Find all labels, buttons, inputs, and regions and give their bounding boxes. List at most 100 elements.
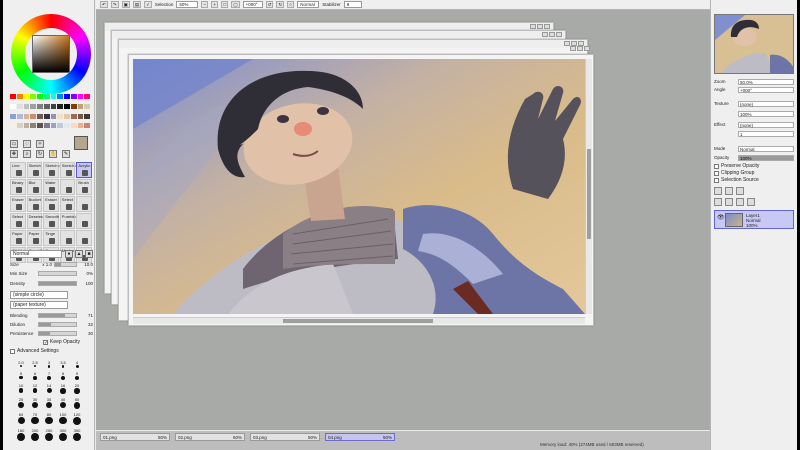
transfer-down-icon[interactable] <box>714 198 722 206</box>
color-palette[interactable] <box>10 94 90 132</box>
bucket-tool[interactable]: Bucket <box>26 196 43 212</box>
brush-size-preset[interactable]: 14 <box>42 383 56 394</box>
brush-mode-select[interactable]: Normal <box>10 250 62 258</box>
drawing-canvas[interactable] <box>133 59 585 314</box>
brush-size-preset[interactable]: 80 <box>42 412 56 425</box>
brush-size-preset[interactable]: 3.5 <box>56 360 70 368</box>
brush-size-preset[interactable]: 250 <box>42 428 56 441</box>
palette-swatch[interactable] <box>10 103 16 109</box>
palette-swatch[interactable] <box>37 103 43 109</box>
advanced-settings-toggle[interactable]: Advanced Settings <box>10 348 59 354</box>
maximize-icon[interactable] <box>537 24 543 29</box>
palette-swatch[interactable] <box>30 123 36 129</box>
brush-size-preset[interactable]: 50 <box>70 397 84 409</box>
brush-tool[interactable]: Brush <box>76 179 92 195</box>
brush-size-preset[interactable]: 7 <box>42 371 56 380</box>
select-tool-icon[interactable]: ▭ <box>10 140 18 148</box>
palette-swatch[interactable] <box>64 123 70 129</box>
document-tab[interactable]: 04.png 50% <box>325 433 395 441</box>
move-tool-icon[interactable]: ✥ <box>10 150 18 158</box>
texture-scale-field[interactable]: 100% <box>738 110 794 117</box>
rotate-tool-icon[interactable]: ↻ <box>36 150 44 158</box>
brush-size-preset[interactable]: 160 <box>14 428 28 441</box>
nav-angle-field[interactable]: +000° <box>738 86 794 93</box>
brush-size-preset[interactable]: 5 <box>14 371 28 380</box>
rotate-right-button[interactable]: ↻ <box>276 1 285 8</box>
close-icon[interactable] <box>584 46 590 51</box>
magic-wand-icon[interactable]: ✧ <box>36 140 44 148</box>
brush-size-preset[interactable]: 20 <box>70 383 84 394</box>
saturation-value-square[interactable] <box>32 35 70 73</box>
shape-soft-icon[interactable]: ▲ <box>75 250 83 258</box>
palette-swatch[interactable] <box>37 113 43 119</box>
maximize-icon[interactable] <box>549 32 555 37</box>
size-multiplier[interactable]: x 1.0 <box>38 262 52 267</box>
palette-swatch[interactable] <box>70 94 77 99</box>
effect-width-field[interactable]: 1 <box>738 130 794 137</box>
document-tab[interactable]: 02.png 50% <box>175 433 245 441</box>
tinge-tool[interactable]: Tinge <box>43 230 59 246</box>
select-tool[interactable]: Select <box>59 196 76 212</box>
palette-swatch[interactable] <box>70 123 77 129</box>
palette-swatch[interactable] <box>84 113 90 119</box>
smooth-tool[interactable]: Smooth <box>43 213 59 229</box>
layer-item[interactable]: 👁 Layer1 Normal 100% <box>714 210 794 229</box>
density-slider[interactable] <box>38 281 77 286</box>
zoom-in-button[interactable]: + <box>211 1 219 8</box>
opacity-slider[interactable]: 100% <box>738 154 794 161</box>
zoom-field[interactable]: 50% <box>176 1 199 8</box>
paper-tool[interactable]: Paper <box>10 230 26 246</box>
selection-source-checkbox[interactable]: Selection Source <box>714 177 759 183</box>
rotation-reset-button[interactable]: ○ <box>287 1 295 8</box>
palette-swatch[interactable] <box>23 113 30 119</box>
palette-swatch[interactable] <box>23 94 30 99</box>
redo-button[interactable]: ↷ <box>110 1 119 8</box>
palette-swatch[interactable] <box>30 113 36 119</box>
brush-size-preset[interactable]: 4 <box>70 360 84 368</box>
persistence-slider[interactable] <box>38 331 77 336</box>
size-slider[interactable] <box>54 262 77 267</box>
palette-swatch[interactable] <box>70 103 77 109</box>
clear-layer-icon[interactable] <box>736 198 744 206</box>
deselect-button[interactable]: ▣ <box>121 1 130 8</box>
brush-size-preset[interactable]: 200 <box>28 428 42 441</box>
eyedropper-icon[interactable]: ✎ <box>62 150 70 158</box>
dilution-slider[interactable] <box>38 322 77 327</box>
layer-visibility-icon[interactable]: 👁 <box>717 214 725 221</box>
palette-swatch[interactable] <box>57 123 63 129</box>
effect-select[interactable]: (none) <box>738 121 794 128</box>
undo-button[interactable]: ↶ <box>100 1 108 8</box>
preserve-opacity-checkbox[interactable]: Preserve Opacity <box>714 163 759 169</box>
brush-size-preset[interactable]: 100 <box>56 412 70 425</box>
palette-swatch[interactable] <box>37 94 43 99</box>
fit-view-button[interactable]: ▢ <box>231 1 240 8</box>
sketch-tool[interactable]: Sketch <box>26 162 43 178</box>
window-titlebar[interactable] <box>119 40 587 48</box>
water-tool[interactable]: Water <box>43 179 59 195</box>
new-layer-icon[interactable] <box>714 187 722 195</box>
selection-toggle[interactable]: ✓ <box>144 1 152 8</box>
clipping-group-checkbox[interactable]: Clipping Group <box>714 170 754 176</box>
paper2-tool[interactable]: Paper <box>26 230 43 246</box>
blank2-tool[interactable] <box>76 196 92 212</box>
binary-tool[interactable]: Binary <box>10 179 26 195</box>
window-titlebar[interactable] <box>112 31 565 39</box>
document-tab[interactable]: 03.png 50% <box>250 433 320 441</box>
palette-swatch[interactable] <box>57 103 63 109</box>
palette-swatch[interactable] <box>23 103 30 109</box>
brush-size-preset[interactable]: 16 <box>56 383 70 394</box>
nav-zoom-field[interactable]: 50.0% <box>738 78 794 85</box>
brush-size-preset[interactable]: 12 <box>28 383 42 394</box>
palette-swatch[interactable] <box>50 94 57 99</box>
blend-mode-select[interactable]: Normal <box>297 1 320 8</box>
blending-slider[interactable] <box>38 313 77 318</box>
stabilizer-field[interactable]: 9 <box>343 1 362 8</box>
palette-swatch[interactable] <box>30 94 36 99</box>
invert-selection-button[interactable]: ▤ <box>132 1 142 8</box>
palette-swatch[interactable] <box>16 103 23 109</box>
shape-round-icon[interactable]: ● <box>65 250 73 258</box>
palette-swatch[interactable] <box>43 113 50 119</box>
vertical-scroll-thumb[interactable] <box>587 149 591 239</box>
eraser-tool[interactable]: Eraser <box>10 196 26 212</box>
brush-size-preset[interactable]: 40 <box>56 397 70 409</box>
